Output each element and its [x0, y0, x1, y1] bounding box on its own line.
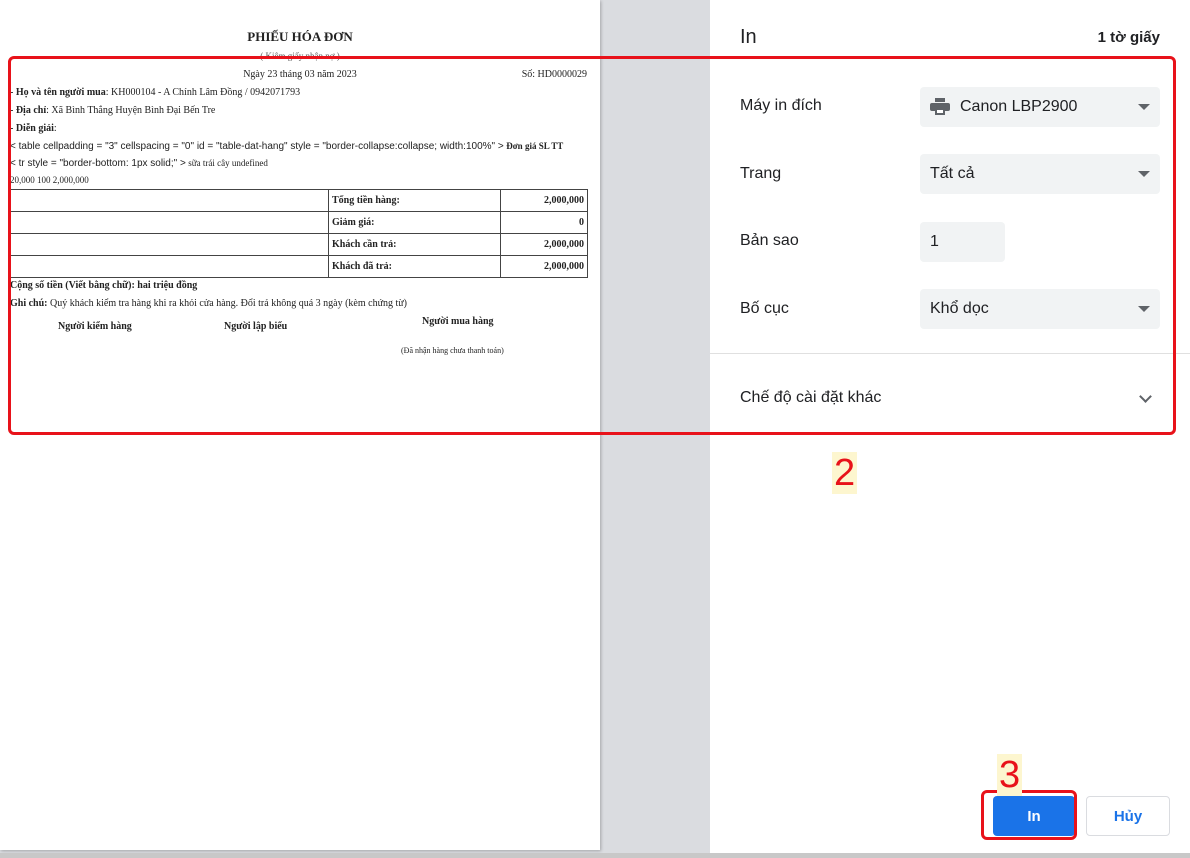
document-title: PHIẾU HÓA ĐƠN [247, 29, 353, 44]
panel-title: In [740, 26, 757, 48]
bottom-edge [0, 853, 1190, 858]
annotation-box-step-3 [981, 790, 1077, 840]
cancel-button[interactable]: Hủy [1086, 796, 1170, 836]
annotation-number-2: 2 [832, 452, 858, 494]
sheet-count: 1 tờ giấy [1097, 29, 1160, 46]
annotation-number-3: 3 [997, 754, 1023, 796]
annotation-box-step-2 [8, 56, 1176, 435]
